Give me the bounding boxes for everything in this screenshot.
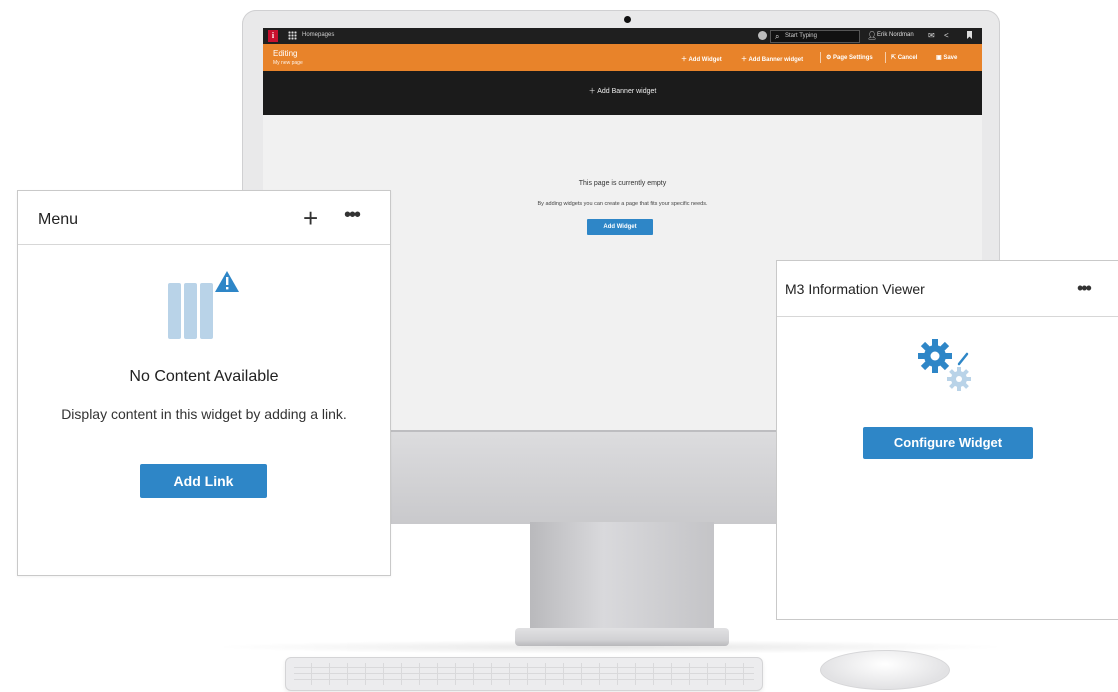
add-banner-label: Add Banner widget (748, 57, 804, 63)
plus-icon[interactable]: + (303, 205, 318, 231)
search-input[interactable]: ⌕ Start Typing (770, 30, 860, 43)
app-grid-icon[interactable] (288, 31, 297, 40)
brand-logo[interactable]: i (268, 30, 278, 42)
add-banner-widget-label: Add Banner widget (597, 88, 657, 95)
no-content-description: Display content in this widget by adding… (61, 406, 347, 422)
m3-information-viewer-widget: M3 Information Viewer ••• Configure Widg… (776, 260, 1118, 620)
keyboard (285, 657, 763, 691)
editing-title: Editing (273, 49, 298, 58)
gears-icon (918, 339, 971, 391)
more-options-icon[interactable]: ••• (1077, 279, 1092, 297)
menu-widget: Menu + ••• No Content Available Display … (17, 190, 391, 576)
empty-page-title: This page is currently empty (578, 180, 667, 187)
search-icon: ⌕ (775, 32, 780, 41)
m3-widget-title: M3 Information Viewer (785, 281, 925, 297)
camera (624, 16, 631, 23)
menu-widget-title: Menu (38, 211, 79, 228)
editing-subtitle: My new page (273, 60, 303, 66)
share-icon[interactable]: < (944, 30, 949, 41)
add-widget-button[interactable]: Add Widget (587, 219, 653, 235)
breadcrumb-homepages[interactable]: Homepages (302, 32, 334, 38)
toolbar-save-button[interactable]: ▣ Save (936, 54, 957, 61)
toolbar-add-banner-button[interactable]: ＋ Add Banner widget (741, 54, 803, 63)
toolbar-divider (885, 52, 886, 63)
toolbar-page-settings-button[interactable]: ⚙ Page Settings (826, 54, 873, 61)
mouse (820, 650, 950, 690)
banner-area: ＋ Add Banner widget (263, 71, 982, 115)
mail-icon[interactable]: ✉ (928, 31, 935, 40)
user-icon[interactable]: 👤︎ (867, 30, 877, 41)
app-topbar: i Homepages ⌕ Start Typing 👤︎ Erik Nordm… (263, 28, 982, 44)
add-widget-label: Add Widget (688, 57, 722, 63)
add-banner-widget-button[interactable]: ＋ Add Banner widget (263, 86, 982, 96)
save-label: Save (943, 55, 958, 61)
record-icon[interactable] (758, 31, 767, 40)
editing-toolbar: Editing My new page ＋ Add Widget ＋ Add B… (263, 44, 982, 71)
cancel-label: Cancel (897, 55, 918, 61)
toolbar-add-widget-button[interactable]: ＋ Add Widget (681, 54, 722, 63)
user-name[interactable]: Erik Nordman (877, 32, 914, 38)
add-link-button[interactable]: Add Link (140, 464, 267, 498)
more-options-icon[interactable]: ••• (344, 205, 361, 225)
configure-widget-button[interactable]: Configure Widget (863, 427, 1033, 459)
menu-widget-header: Menu + ••• (18, 191, 390, 245)
toolbar-cancel-button[interactable]: ⇱ Cancel (891, 54, 917, 61)
toolbar-divider (820, 52, 821, 63)
bookmark-icon[interactable] (967, 31, 972, 39)
search-placeholder: Start Typing (785, 33, 817, 39)
page-settings-label: Page Settings (833, 55, 873, 61)
columns-warning-icon (168, 271, 239, 339)
exit-icon: ⇱ (891, 55, 898, 61)
m3-widget-header: M3 Information Viewer ••• (777, 261, 1118, 317)
plus-icon: ＋ (588, 88, 598, 95)
no-content-heading: No Content Available (129, 368, 279, 385)
monitor-stand (530, 522, 714, 632)
gear-icon: ⚙ (826, 55, 834, 61)
